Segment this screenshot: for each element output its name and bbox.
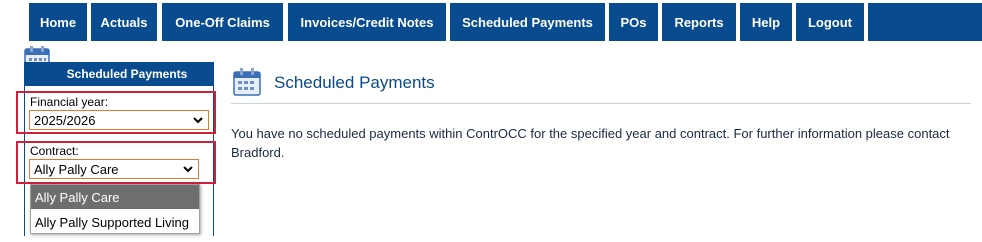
chevron-down-icon	[193, 117, 203, 124]
financial-year-label: Financial year:	[30, 95, 109, 109]
sidebar-heading: Scheduled Payments	[24, 62, 214, 86]
calendar-icon	[233, 68, 261, 96]
chevron-down-icon	[183, 166, 193, 173]
financial-year-select[interactable]: 2025/2026	[29, 110, 209, 130]
nav-home[interactable]: Home	[29, 3, 87, 41]
page-title: Scheduled Payments	[274, 73, 435, 92]
title-divider	[231, 103, 971, 104]
contract-select[interactable]: Ally Pally Care	[29, 159, 199, 179]
financial-year-value: 2025/2026	[34, 112, 96, 128]
nav-help[interactable]: Help	[740, 3, 792, 41]
nav-actuals[interactable]: Actuals	[91, 3, 157, 41]
contract-option-selected[interactable]: Ally Pally Care	[31, 185, 199, 209]
nav-one-off-claims[interactable]: One-Off Claims	[162, 3, 283, 41]
nav-scheduled-payments[interactable]: Scheduled Payments	[450, 3, 605, 41]
contract-label: Contract:	[30, 144, 79, 158]
nav-logout[interactable]: Logout	[796, 3, 864, 41]
top-nav: Home Actuals One-Off Claims Invoices/Cre…	[0, 0, 982, 44]
contract-option[interactable]: Ally Pally Supported Living	[31, 210, 199, 234]
no-payments-message: You have no scheduled payments within Co…	[231, 126, 950, 160]
nav-invoices-credit-notes[interactable]: Invoices/Credit Notes	[288, 3, 446, 41]
nav-filler	[868, 3, 982, 41]
nav-pos[interactable]: POs	[609, 3, 658, 41]
nav-reports[interactable]: Reports	[662, 3, 736, 41]
contract-dropdown-list: Ally Pally Care Ally Pally Supported Liv…	[30, 184, 200, 234]
contract-value: Ally Pally Care	[34, 161, 119, 177]
